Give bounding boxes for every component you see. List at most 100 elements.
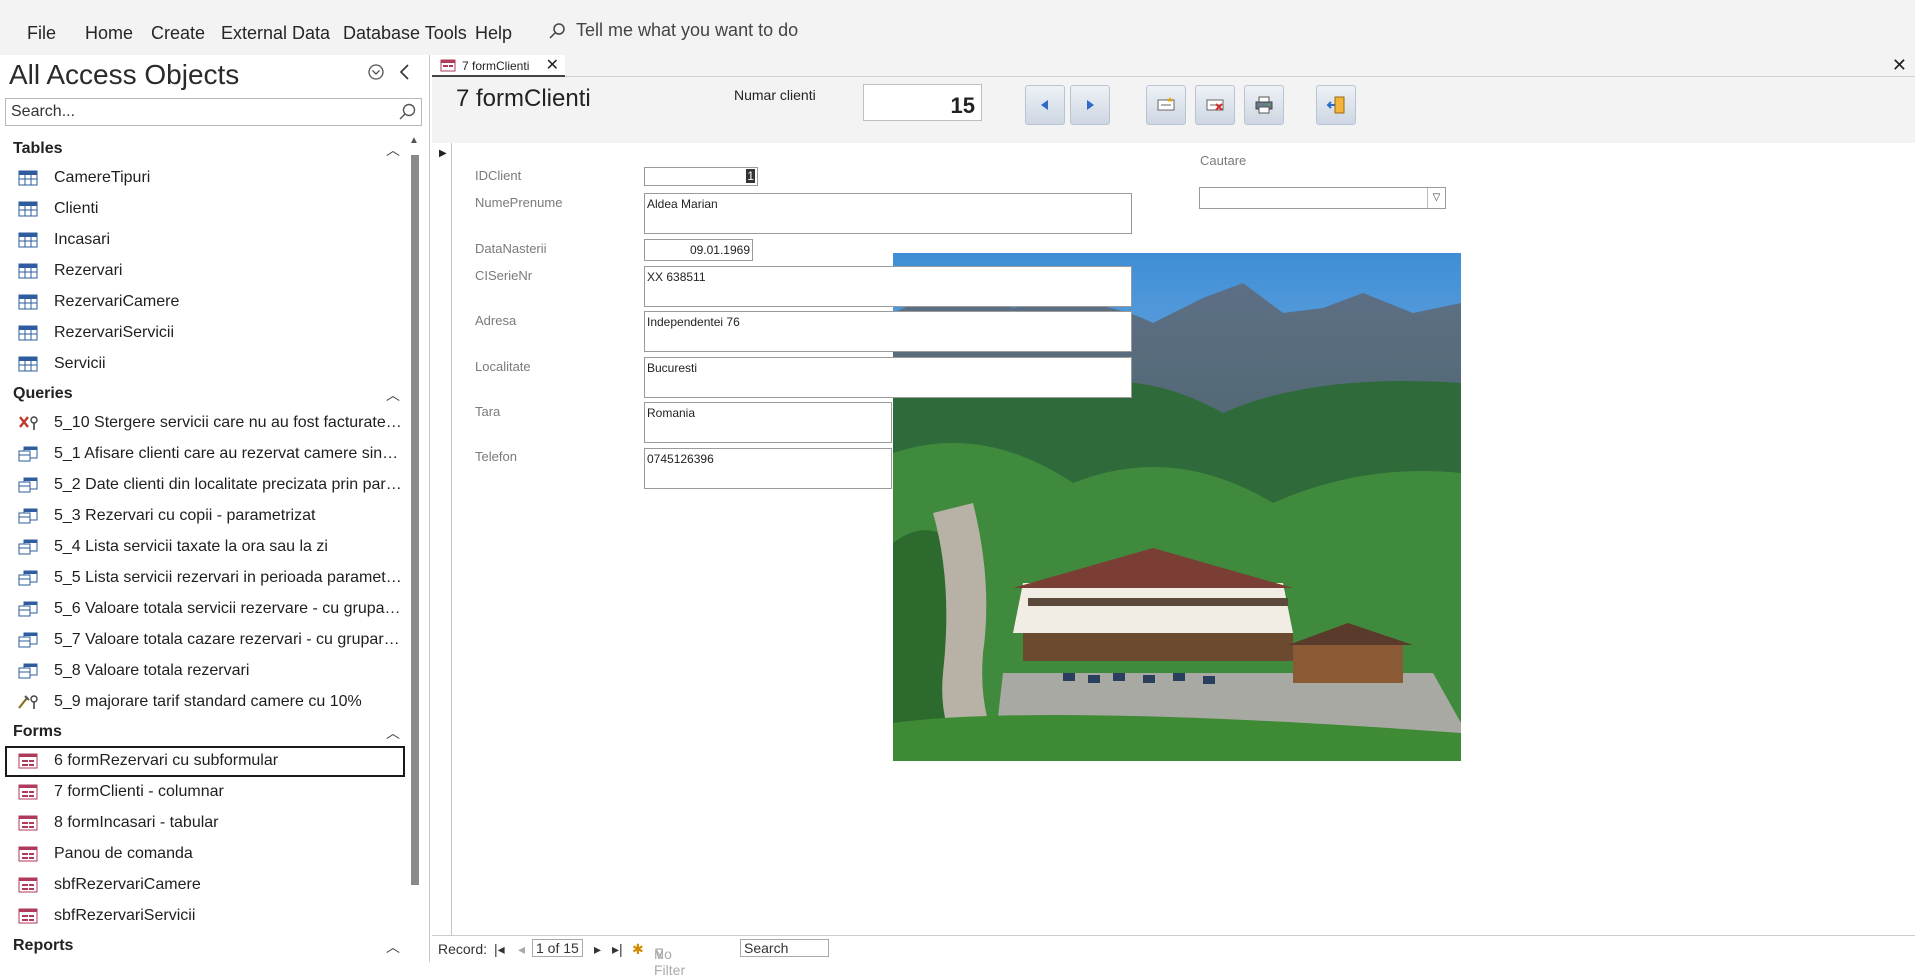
- localitate-field[interactable]: Bucuresti: [644, 357, 1132, 398]
- tab-create[interactable]: Create: [151, 23, 205, 44]
- delete-record-button[interactable]: [1195, 85, 1235, 125]
- delete-record-icon: [1206, 99, 1224, 111]
- chevron-up-icon[interactable]: ︿: [386, 385, 400, 405]
- new-blank-record-icon[interactable]: ✱: [632, 941, 644, 958]
- query-item[interactable]: 5_8 Valoare totala rezervari: [0, 656, 405, 687]
- group-tables[interactable]: Tables ︿: [0, 135, 410, 163]
- item-label: 5_5 Lista servicii rezervari in perioada…: [54, 569, 405, 586]
- form-item[interactable]: 7 formClienti - columnar: [0, 777, 405, 808]
- record-position-box[interactable]: 1 of 15: [532, 939, 583, 957]
- item-label: Rezervari: [54, 262, 123, 279]
- form-icon: [18, 908, 38, 929]
- navigation-pane: All Access Objects Search... Tables ︿ Cam…: [0, 55, 430, 962]
- select-query-icon: [18, 570, 38, 591]
- document-tab-strip: 7 formClienti ✕ ✕: [432, 55, 1915, 77]
- query-item[interactable]: 5_9 majorare tarif standard camere cu 10…: [0, 687, 405, 718]
- item-label: Servicii: [54, 355, 106, 372]
- item-label: 6 formRezervari cu subformular: [54, 752, 279, 769]
- close-form-button[interactable]: [1316, 85, 1356, 125]
- nav-title: All Access Objects: [9, 59, 240, 90]
- form-item-selected[interactable]: 6 formRezervari cu subformular: [5, 746, 405, 777]
- next-record-button[interactable]: [1070, 85, 1110, 125]
- label-ciserienr: CISerieNr: [475, 268, 533, 283]
- tab-7-formclienti[interactable]: 7 formClienti ✕: [432, 55, 565, 77]
- first-record-icon[interactable]: |◂: [494, 941, 505, 958]
- print-button[interactable]: [1244, 85, 1284, 125]
- select-query-icon: [18, 446, 38, 467]
- group-forms[interactable]: Forms ︿: [0, 718, 410, 746]
- item-label: 5_7 Valoare totala cazare rezervari - cu…: [54, 631, 405, 648]
- previous-record-icon[interactable]: ◂: [518, 941, 525, 958]
- query-item[interactable]: 5_7 Valoare totala cazare rezervari - cu…: [0, 625, 405, 656]
- query-item[interactable]: 5_4 Lista servicii taxate la ora sau la …: [0, 532, 405, 563]
- telefon-field[interactable]: 0745126396: [644, 448, 892, 489]
- tell-me-box[interactable]: Tell me what you want to do: [548, 20, 798, 41]
- last-record-icon[interactable]: ▸|: [612, 941, 623, 958]
- table-item[interactable]: Rezervari: [0, 256, 405, 287]
- collapse-pane-icon[interactable]: [398, 63, 412, 86]
- item-label: sbfRezervariServicii: [54, 907, 196, 924]
- item-label: sbfRezervariCamere: [54, 876, 201, 893]
- record-selector[interactable]: ▶: [434, 143, 452, 935]
- close-icon[interactable]: ✕: [546, 55, 559, 75]
- item-label: CamereTipuri: [54, 169, 151, 186]
- nav-scrollbar[interactable]: ▲: [409, 135, 421, 935]
- record-navigation-bar: Record: |◂ ◂ 1 of 15 ▸ ▸| ✱ ⊽ No Filter …: [432, 935, 1915, 978]
- query-item[interactable]: 5_6 Valoare totala servicii rezervare - …: [0, 594, 405, 625]
- label-datanasterii: DataNasterii: [475, 241, 547, 256]
- tab-home[interactable]: Home: [85, 23, 133, 44]
- table-item[interactable]: Incasari: [0, 225, 405, 256]
- form-item[interactable]: sbfRezervariServicii: [0, 901, 405, 932]
- new-record-button[interactable]: [1146, 85, 1186, 125]
- adresa-field[interactable]: Independentei 76: [644, 311, 1132, 352]
- item-label: 5_4 Lista servicii taxate la ora sau la …: [54, 538, 328, 555]
- query-item[interactable]: 5_3 Rezervari cu copii - parametrizat: [0, 501, 405, 532]
- previous-record-button[interactable]: [1025, 85, 1065, 125]
- tab-database-tools[interactable]: Database Tools: [343, 23, 467, 44]
- select-query-icon: [18, 508, 38, 529]
- table-item[interactable]: Servicii: [0, 349, 405, 380]
- query-item[interactable]: 5_10 Stergere servicii care nu au fost f…: [0, 408, 405, 439]
- nav-search-input[interactable]: Search...: [5, 98, 422, 126]
- scroll-up-arrow-icon[interactable]: ▲: [409, 135, 419, 146]
- scroll-thumb[interactable]: [411, 155, 419, 885]
- chevron-up-icon[interactable]: ︿: [386, 140, 400, 160]
- table-item[interactable]: RezervariCamere: [0, 287, 405, 318]
- group-queries[interactable]: Queries ︿: [0, 380, 410, 408]
- nav-menu-dropdown-icon[interactable]: [367, 63, 385, 86]
- chevron-down-icon[interactable]: ▽: [1427, 188, 1445, 208]
- chevron-up-icon[interactable]: ︿: [386, 937, 400, 957]
- query-item[interactable]: 5_5 Lista servicii rezervari in perioada…: [0, 563, 405, 594]
- tara-field[interactable]: Romania: [644, 402, 892, 443]
- record-search-input[interactable]: Search: [740, 939, 830, 957]
- group-reports[interactable]: Reports ︿: [0, 932, 410, 960]
- numar-clienti-value: 15: [863, 84, 982, 121]
- query-item[interactable]: 5_1 Afisare clienti care au rezervat cam…: [0, 439, 405, 470]
- update-query-icon: [18, 694, 40, 715]
- ciserienr-field[interactable]: XX 638511: [644, 266, 1132, 307]
- table-item[interactable]: Clienti: [0, 194, 405, 225]
- label-adresa: Adresa: [475, 313, 517, 328]
- form-item[interactable]: 8 formIncasari - tabular: [0, 808, 405, 839]
- idclient-field[interactable]: 1: [644, 167, 758, 186]
- form-item[interactable]: sbfRezervariCamere: [0, 870, 405, 901]
- tab-help[interactable]: Help: [475, 23, 512, 44]
- numeprenume-field[interactable]: Aldea Marian: [644, 193, 1132, 234]
- table-item[interactable]: CamereTipuri: [0, 163, 405, 194]
- close-document-icon[interactable]: ✕: [1892, 55, 1907, 76]
- tab-file[interactable]: File: [27, 23, 56, 44]
- table-icon: [18, 294, 38, 315]
- table-icon: [18, 356, 38, 377]
- query-item[interactable]: 5_2 Date clienti din localitate precizat…: [0, 470, 405, 501]
- cautare-combobox[interactable]: ▽: [1199, 187, 1446, 209]
- search-icon[interactable]: [397, 102, 417, 127]
- datanasterii-field[interactable]: 09.01.1969: [644, 239, 753, 261]
- table-item[interactable]: RezervariServicii: [0, 318, 405, 349]
- next-record-icon[interactable]: ▸: [594, 941, 601, 958]
- item-label: 5_8 Valoare totala rezervari: [54, 662, 250, 679]
- form-icon: [18, 877, 38, 898]
- tab-external-data[interactable]: External Data: [221, 23, 330, 44]
- form-item[interactable]: Panou de comanda: [0, 839, 405, 870]
- chevron-up-icon[interactable]: ︿: [386, 723, 400, 743]
- form-icon: [18, 846, 38, 867]
